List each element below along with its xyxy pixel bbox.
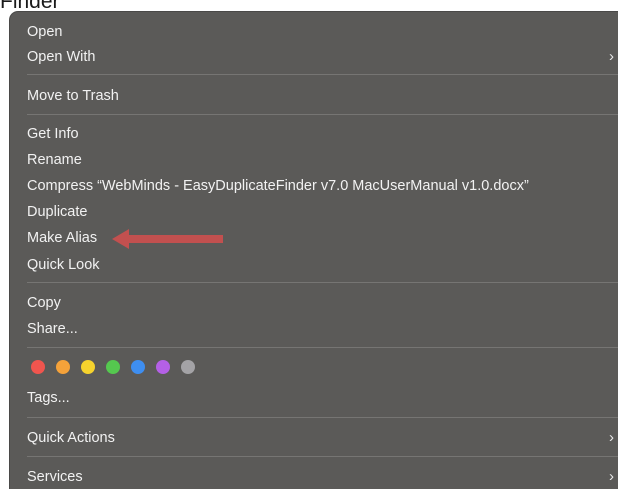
menu-item-open[interactable]: Open (27, 20, 618, 44)
menu-separator (27, 282, 618, 283)
chevron-right-icon: › (609, 468, 614, 485)
menu-item-label: Move to Trash (27, 88, 119, 104)
menu-item-label: Copy (27, 295, 61, 311)
context-menu: Open Open With › Move to Trash Get Info … (10, 12, 618, 489)
menu-item-label: Compress “WebMinds - EasyDuplicateFinder… (27, 178, 529, 194)
chevron-right-icon: › (609, 429, 614, 446)
menu-item-label: Quick Look (27, 257, 100, 273)
tag-yellow-dot[interactable] (81, 360, 95, 374)
menu-item-label: Services (27, 469, 83, 485)
menu-item-move-to-trash[interactable]: Move to Trash (27, 84, 618, 108)
tag-orange-dot[interactable] (56, 360, 70, 374)
menu-item-label: Duplicate (27, 204, 88, 220)
menu-separator (27, 114, 618, 115)
tag-green-dot[interactable] (106, 360, 120, 374)
menu-item-compress[interactable]: Compress “WebMinds - EasyDuplicateFinder… (27, 174, 618, 198)
menu-separator (27, 456, 618, 457)
menu-item-rename[interactable]: Rename (27, 148, 618, 172)
menu-item-label: Tags... (27, 390, 70, 406)
annotation-arrow-icon (112, 229, 223, 249)
menu-item-get-info[interactable]: Get Info (27, 122, 618, 146)
menu-separator (27, 417, 618, 418)
tag-purple-dot[interactable] (156, 360, 170, 374)
menu-item-open-with[interactable]: Open With › (27, 45, 618, 69)
menu-separator (27, 347, 618, 348)
menu-item-duplicate[interactable]: Duplicate (27, 200, 618, 224)
menu-item-quick-look[interactable]: Quick Look (27, 253, 618, 277)
menu-item-copy[interactable]: Copy (27, 291, 618, 315)
menu-item-label: Open (27, 24, 63, 40)
tag-blue-dot[interactable] (131, 360, 145, 374)
menu-item-label: Quick Actions (27, 430, 115, 446)
menu-item-label: Get Info (27, 126, 79, 142)
menu-item-label: Share... (27, 321, 78, 337)
tag-gray-dot[interactable] (181, 360, 195, 374)
menu-item-quick-actions[interactable]: Quick Actions › (27, 426, 618, 450)
chevron-right-icon: › (609, 48, 614, 65)
menu-item-label: Open With (27, 49, 96, 65)
menu-item-services[interactable]: Services › (27, 465, 618, 489)
menu-item-label: Make Alias (27, 230, 98, 246)
menu-separator (27, 74, 618, 75)
menu-item-label: Rename (27, 152, 82, 168)
menu-item-tags[interactable]: Tags... (27, 386, 618, 410)
tag-red-dot[interactable] (31, 360, 45, 374)
menu-item-share[interactable]: Share... (27, 317, 618, 341)
